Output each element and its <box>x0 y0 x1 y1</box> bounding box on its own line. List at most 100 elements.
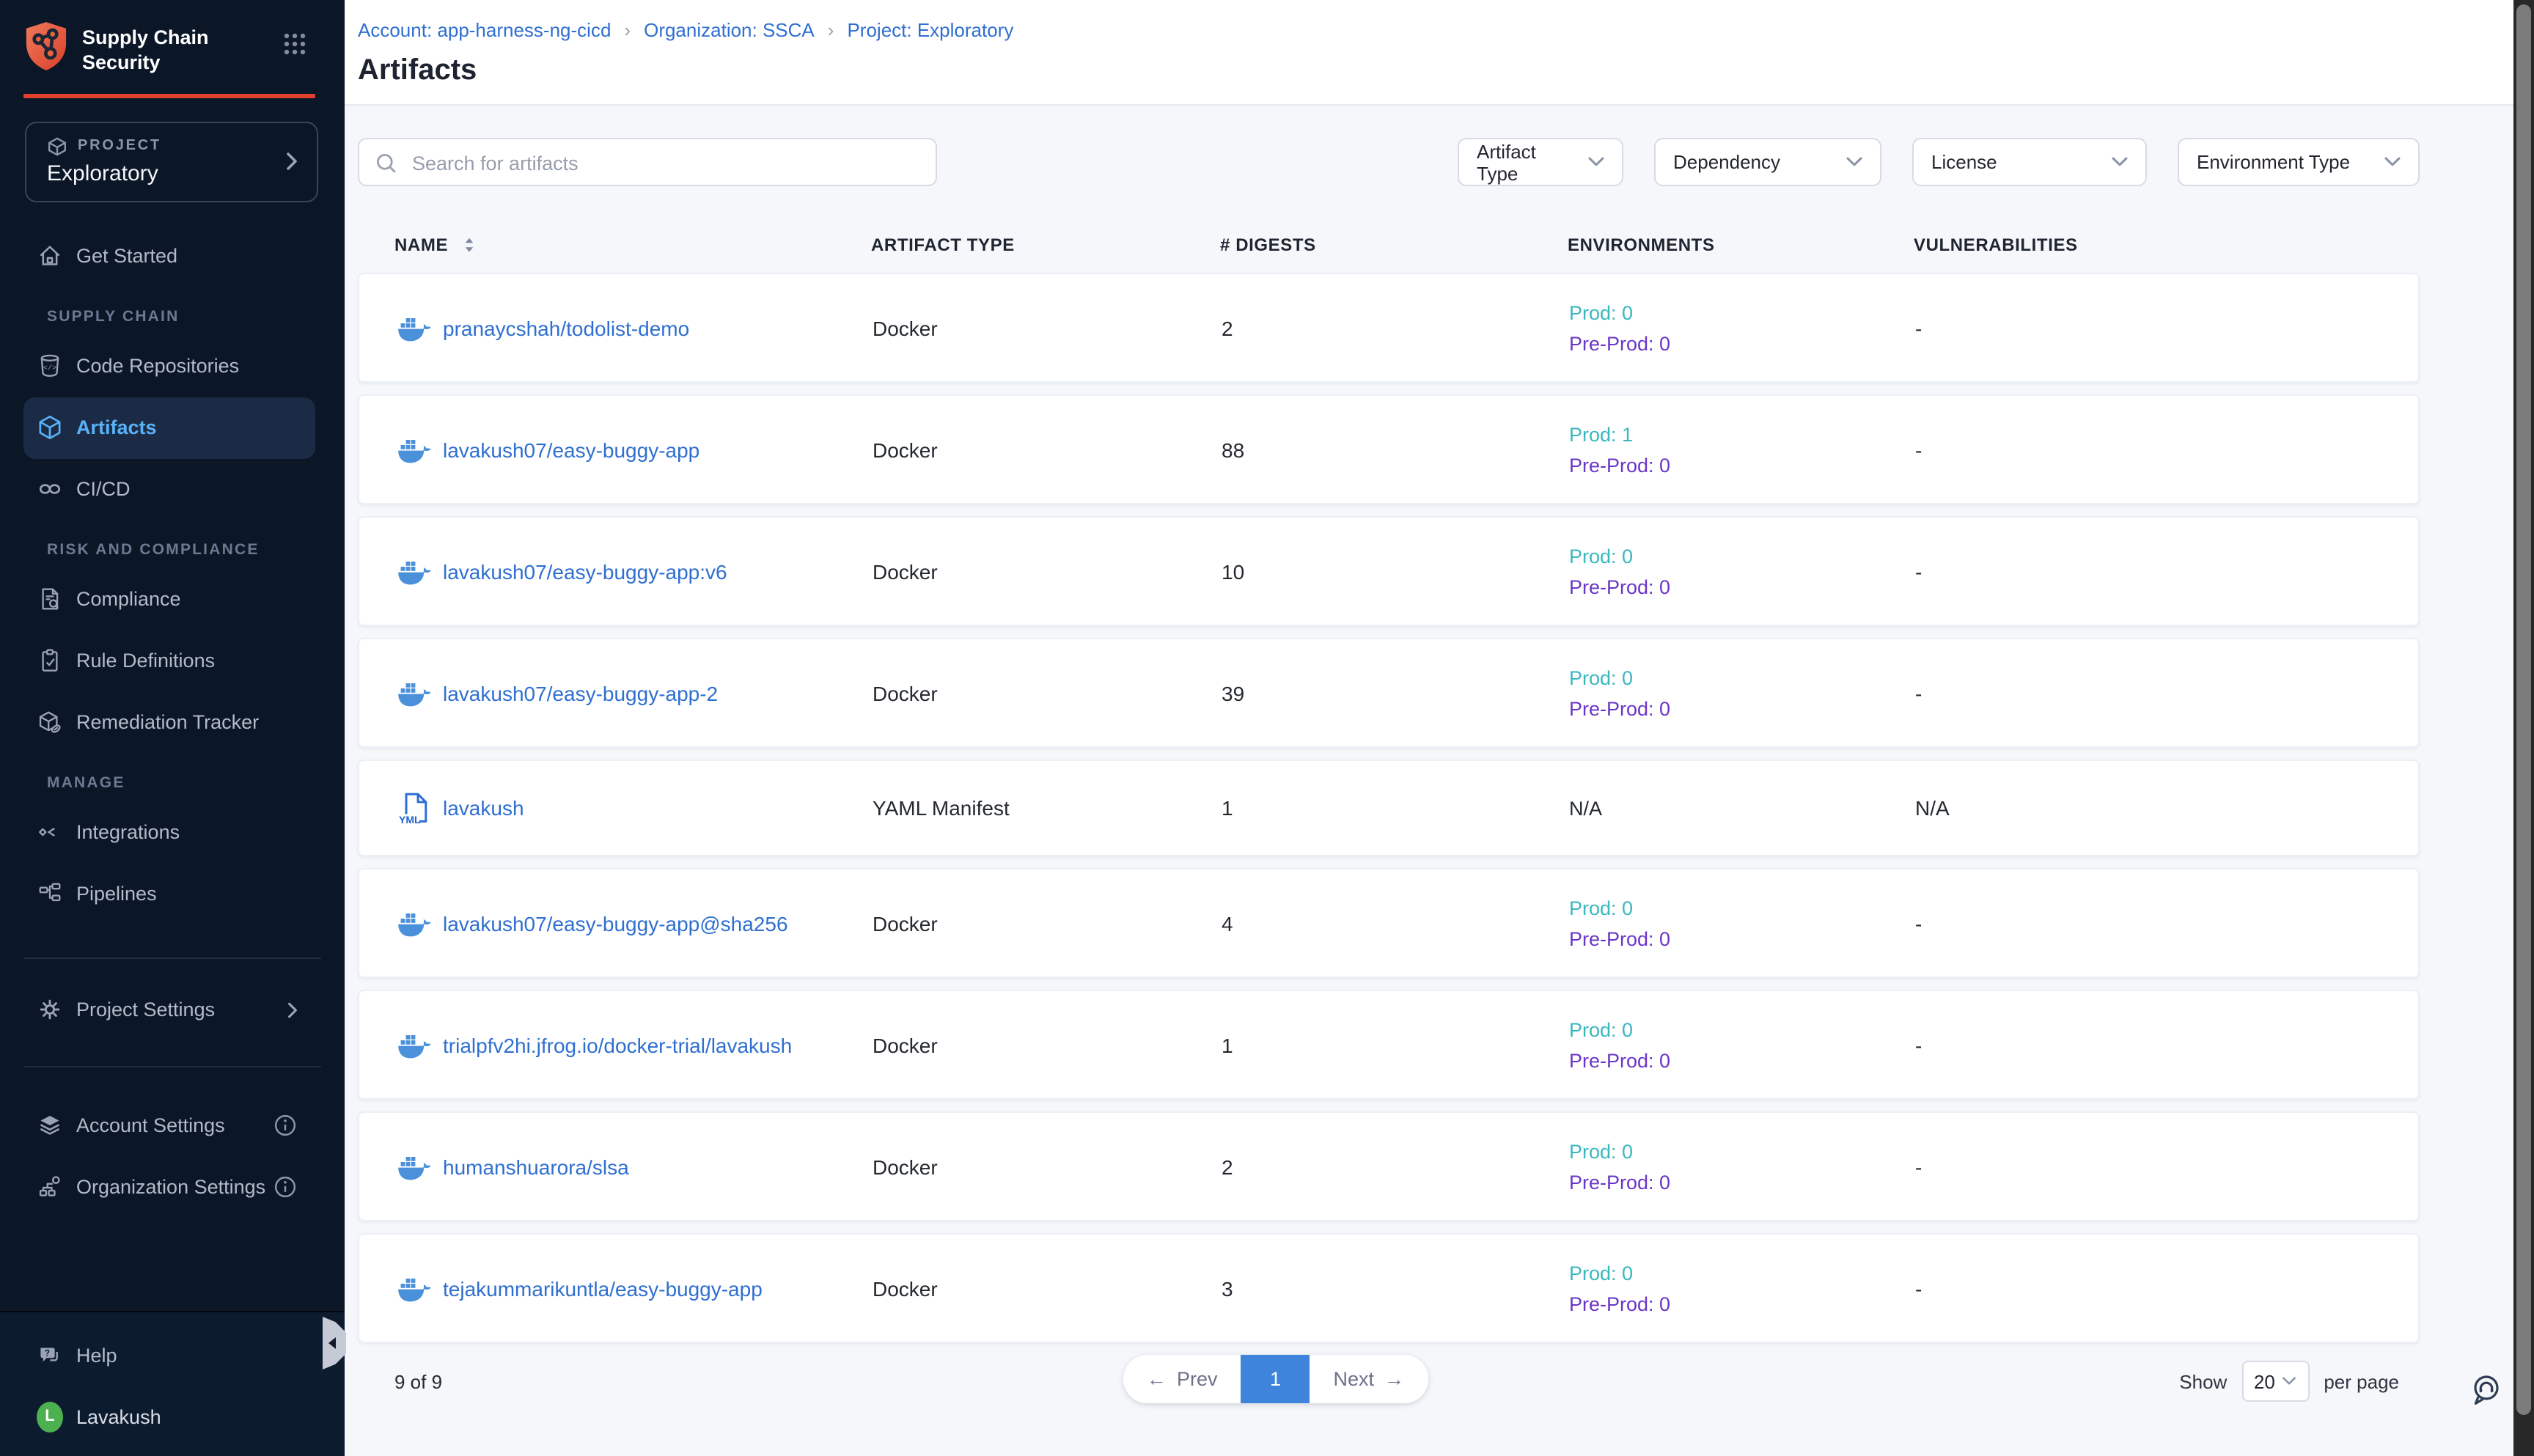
yaml-file-icon <box>396 790 431 826</box>
license-filter[interactable]: License <box>1912 138 2147 186</box>
prev-page-button[interactable]: ← Prev <box>1123 1355 1241 1403</box>
arrow-left-icon: ← <box>1147 1368 1167 1390</box>
vulnerabilities-cell: - <box>1879 681 2418 705</box>
arrow-right-icon: → <box>1384 1368 1404 1390</box>
breadcrumb-organization-link[interactable]: Organization: SSCA <box>644 19 815 41</box>
sidebar-item-help[interactable]: Help <box>23 1324 315 1386</box>
preprod-env-link[interactable]: Pre-Prod: 0 <box>1569 923 1879 954</box>
sort-icon[interactable] <box>460 235 477 254</box>
org-hierarchy-icon <box>37 1172 63 1202</box>
digests-cell: 88 <box>1185 438 1532 461</box>
sidebar-item-label: Pipelines <box>76 883 157 905</box>
sidebar-item-organization-settings[interactable]: Organization Settings <box>23 1156 315 1218</box>
sidebar-item-account-settings[interactable]: Account Settings <box>23 1095 315 1156</box>
info-icon[interactable] <box>273 1113 298 1138</box>
digests-cell: 4 <box>1185 911 1532 935</box>
project-selector[interactable]: PROJECT Exploratory <box>25 121 318 202</box>
column-name: NAME <box>358 235 834 255</box>
support-chat-button[interactable] <box>2469 1372 2505 1415</box>
sidebar-item-pipelines[interactable]: Pipelines <box>23 863 315 924</box>
preprod-env-link[interactable]: Pre-Prod: 0 <box>1569 1166 1879 1197</box>
environment-type-filter[interactable]: Environment Type <box>2178 138 2420 186</box>
docker-icon <box>396 678 431 707</box>
module-grid-icon[interactable] <box>283 21 306 63</box>
sidebar-item-remediation-tracker[interactable]: Remediation Tracker <box>23 691 315 753</box>
collapse-arrow-icon <box>328 1337 336 1349</box>
docker-icon <box>396 313 431 342</box>
artifact-type-cell: Docker <box>836 438 1185 461</box>
divider <box>23 957 321 958</box>
prod-env-link[interactable]: Prod: 0 <box>1569 297 1879 328</box>
environments-cell: Prod: 1 Pre-Prod: 0 <box>1532 419 1879 480</box>
sidebar-item-compliance[interactable]: Compliance <box>23 568 315 630</box>
sidebar-item-label: Account Settings <box>76 1114 225 1136</box>
sidebar-item-rule-definitions[interactable]: Rule Definitions <box>23 630 315 691</box>
document-search-icon <box>37 584 63 614</box>
infinity-icon <box>37 474 63 504</box>
sidebar-section-supply-chain: SUPPLY CHAIN <box>0 287 345 335</box>
artifact-name-link[interactable]: humanshuarora/slsa <box>443 1155 629 1178</box>
prod-env-link[interactable]: Prod: 0 <box>1569 1014 1879 1045</box>
avatar: L <box>37 1402 63 1431</box>
chevron-right-icon <box>286 152 298 171</box>
artifact-name-link[interactable]: lavakush <box>443 796 524 820</box>
user-menu[interactable]: L Lavakush <box>23 1386 315 1447</box>
environments-cell: Prod: 0 Pre-Prod: 0 <box>1532 540 1879 602</box>
headset-chat-icon <box>2469 1372 2505 1408</box>
prod-env-link[interactable]: Prod: 0 <box>1569 662 1879 693</box>
digests-cell: 39 <box>1185 681 1532 705</box>
artifact-name-link[interactable]: lavakush07/easy-buggy-app:v6 <box>443 559 727 583</box>
sidebar-item-get-started[interactable]: Get Started <box>23 225 315 287</box>
digests-cell: 1 <box>1185 1033 1532 1056</box>
artifact-name-link[interactable]: lavakush07/easy-buggy-app-2 <box>443 681 718 705</box>
preprod-env-link[interactable]: Pre-Prod: 0 <box>1569 449 1879 480</box>
sidebar-item-cicd[interactable]: CI/CD <box>23 458 315 520</box>
pipelines-icon <box>37 879 63 908</box>
preprod-env-link[interactable]: Pre-Prod: 0 <box>1569 1288 1879 1319</box>
prod-env-link[interactable]: Prod: 0 <box>1569 892 1879 923</box>
artifact-name-link[interactable]: tejakummarikuntla/easy-buggy-app <box>443 1276 763 1300</box>
artifact-type-cell: Docker <box>836 911 1185 935</box>
sidebar-item-label: Code Repositories <box>76 355 239 377</box>
breadcrumb-project-link[interactable]: Project: Exploratory <box>847 19 1013 41</box>
artifact-name-link[interactable]: trialpfv2hi.jfrog.io/docker-trial/lavaku… <box>443 1033 792 1056</box>
sidebar-item-label: Compliance <box>76 588 181 610</box>
next-page-button[interactable]: Next → <box>1310 1355 1428 1403</box>
artifact-type-filter[interactable]: Artifact Type <box>1458 138 1623 186</box>
sidebar: Supply Chain Security PROJECT Explorator… <box>0 0 345 1456</box>
sidebar-item-integrations[interactable]: Integrations <box>23 801 315 863</box>
artifact-name-link[interactable]: pranaycshah/todolist-demo <box>443 316 689 339</box>
sidebar-item-artifacts[interactable]: Artifacts <box>23 397 315 458</box>
artifact-name-link[interactable]: lavakush07/easy-buggy-app <box>443 438 699 461</box>
info-icon[interactable] <box>273 1174 298 1199</box>
search-input[interactable] <box>409 139 928 188</box>
scrollbar-thumb[interactable] <box>2516 4 2531 1415</box>
prod-env-link[interactable]: Prod: 0 <box>1569 1257 1879 1288</box>
sidebar-item-project-settings[interactable]: Project Settings <box>23 979 315 1040</box>
sidebar-item-code-repositories[interactable]: Code Repositories <box>23 335 315 397</box>
prod-env-link[interactable]: Prod: 1 <box>1569 419 1879 449</box>
preprod-env-link[interactable]: Pre-Prod: 0 <box>1569 571 1879 602</box>
preprod-env-link[interactable]: Pre-Prod: 0 <box>1569 328 1879 359</box>
page-1-button[interactable]: 1 <box>1241 1355 1310 1403</box>
sidebar-section-risk-compliance: RISK AND COMPLIANCE <box>0 520 345 568</box>
breadcrumb-separator-icon: › <box>624 19 631 41</box>
search-box <box>358 138 937 186</box>
page-size-select[interactable]: 20 <box>2241 1361 2309 1402</box>
sidebar-item-label: Organization Settings <box>76 1176 265 1198</box>
column-vulnerabilities: VULNERABILITIES <box>1877 235 2420 255</box>
artifact-list: pranaycshah/todolist-demo Docker 2 Prod:… <box>358 273 2420 1343</box>
docker-icon <box>396 435 431 464</box>
vertical-scrollbar[interactable] <box>2513 0 2534 1456</box>
artifact-type-cell: Docker <box>836 1276 1185 1300</box>
prod-env-link[interactable]: Prod: 0 <box>1569 540 1879 571</box>
artifact-name-link[interactable]: lavakush07/easy-buggy-app@sha256 <box>443 911 788 935</box>
vulnerabilities-cell: - <box>1879 316 2418 339</box>
breadcrumb-account-link[interactable]: Account: app-harness-ng-cicd <box>358 19 611 41</box>
prod-env-link[interactable]: Prod: 0 <box>1569 1136 1879 1166</box>
preprod-env-link[interactable]: Pre-Prod: 0 <box>1569 1045 1879 1076</box>
preprod-env-link[interactable]: Pre-Prod: 0 <box>1569 693 1879 724</box>
supply-chain-security-logo-icon <box>23 21 69 72</box>
dependency-filter[interactable]: Dependency <box>1654 138 1881 186</box>
column-artifact-type: ARTIFACT TYPE <box>834 235 1183 255</box>
